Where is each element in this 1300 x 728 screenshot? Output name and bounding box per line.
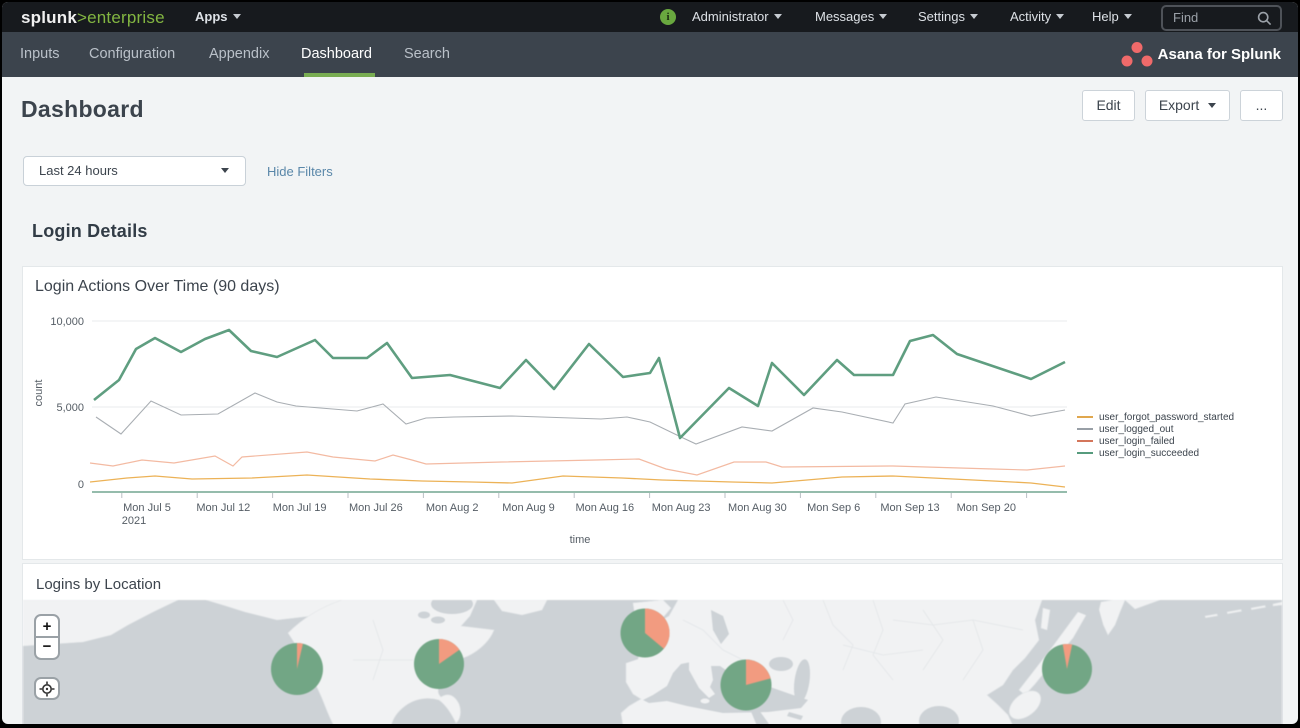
svg-text:count: count: [33, 380, 45, 407]
svg-text:user_login_failed: user_login_failed: [1099, 436, 1175, 447]
svg-text:Mon Aug 23: Mon Aug 23: [652, 502, 711, 514]
svg-text:user_login_succeeded: user_login_succeeded: [1099, 448, 1199, 459]
svg-text:Mon Aug 2: Mon Aug 2: [426, 502, 479, 514]
svg-text:0: 0: [78, 479, 84, 491]
svg-text:5,000: 5,000: [56, 402, 84, 414]
svg-text:Mon Jul 12: Mon Jul 12: [196, 502, 250, 514]
svg-text:Mon Jul 19: Mon Jul 19: [273, 502, 327, 514]
svg-text:Mon Aug 9: Mon Aug 9: [502, 502, 555, 514]
svg-text:2021: 2021: [122, 515, 146, 527]
svg-text:Mon Aug 30: Mon Aug 30: [728, 502, 787, 514]
svg-text:Mon Sep 20: Mon Sep 20: [957, 502, 1016, 514]
svg-text:user_forgot_password_started: user_forgot_password_started: [1099, 412, 1234, 423]
svg-text:Mon Jul 26: Mon Jul 26: [349, 502, 403, 514]
svg-text:time: time: [570, 534, 591, 546]
svg-text:Mon Jul 5: Mon Jul 5: [123, 502, 171, 514]
svg-text:Mon Aug 16: Mon Aug 16: [575, 502, 634, 514]
svg-text:user_logged_out: user_logged_out: [1099, 424, 1174, 435]
svg-text:Mon Sep 13: Mon Sep 13: [880, 502, 939, 514]
svg-text:10,000: 10,000: [50, 316, 84, 328]
svg-text:Mon Sep 6: Mon Sep 6: [807, 502, 860, 514]
